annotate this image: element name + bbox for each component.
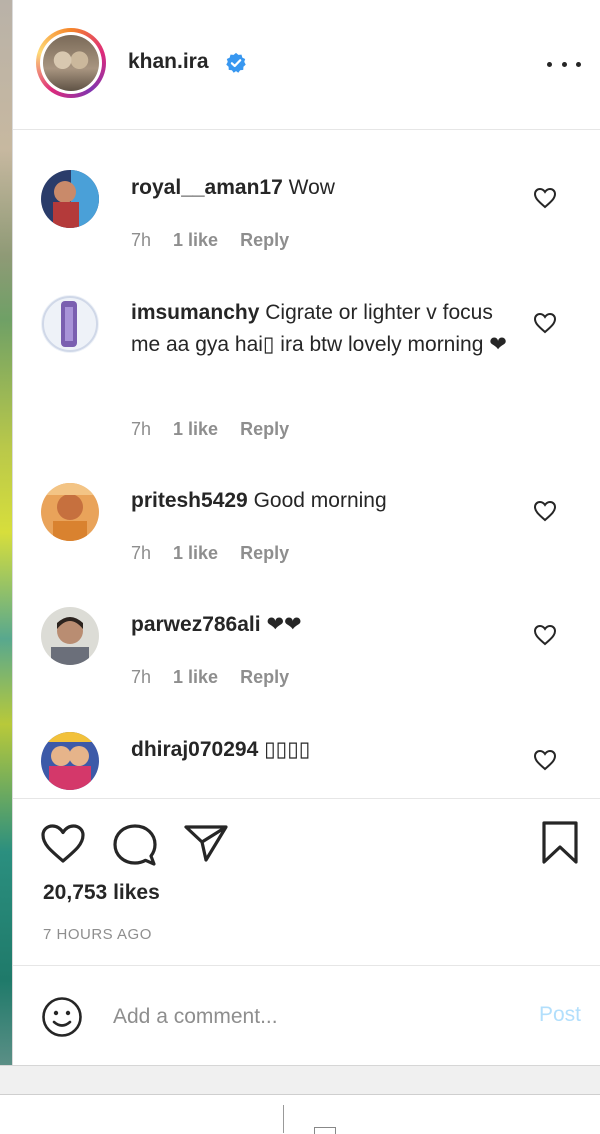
post-header: khan.ira [13, 0, 600, 130]
avatar-image-icon [41, 295, 99, 353]
commenter-username[interactable]: imsumanchy [131, 301, 259, 324]
comment-heart-icon[interactable] [533, 500, 557, 522]
verified-badge-icon [226, 52, 246, 73]
commenter-avatar[interactable] [41, 170, 99, 228]
commenter-username[interactable]: royal__aman17 [131, 176, 283, 199]
comment-heart-icon[interactable] [533, 187, 557, 209]
likes-count[interactable]: 20,753 likes [43, 881, 160, 905]
post-photo-edge [0, 0, 12, 1065]
comment-text: pritesh5429 Good morning [131, 485, 511, 517]
post-comment-button[interactable]: Post [539, 1003, 581, 1027]
taskbar [0, 1094, 600, 1134]
comment-bubble-icon[interactable] [112, 823, 158, 867]
comment-text: dhiraj070294 ▯▯▯▯ [131, 734, 511, 766]
comment-heart-icon[interactable] [533, 749, 557, 771]
reply-button[interactable]: Reply [240, 543, 289, 564]
window-bottom-strip [0, 1065, 600, 1134]
comment-heart-icon[interactable] [533, 312, 557, 334]
comment-time[interactable]: 7h [131, 543, 151, 564]
author-avatar-frame [40, 32, 102, 94]
reply-button[interactable]: Reply [240, 419, 289, 440]
comments-list[interactable]: royal__aman17 Wow 7h 1 like Reply imsuma… [13, 130, 600, 798]
comment-body: Good morning [253, 489, 387, 512]
comment-text: parwez786ali ❤❤ [131, 609, 511, 641]
post-timestamp[interactable]: 7 HOURS AGO [43, 926, 152, 943]
comment-input[interactable] [113, 998, 493, 1036]
taskbar-divider [283, 1105, 284, 1133]
avatar-image-icon [41, 170, 99, 228]
document-icon[interactable] [314, 1127, 336, 1134]
post-actions: 20,753 likes 7 HOURS AGO [13, 798, 600, 966]
commenter-username[interactable]: pritesh5429 [131, 489, 248, 512]
commenter-username[interactable]: dhiraj070294 [131, 738, 258, 761]
comment-text: royal__aman17 Wow [131, 172, 511, 204]
comment-meta: 7h 1 like Reply [131, 543, 289, 564]
like-heart-icon[interactable] [40, 823, 86, 865]
comment-likes[interactable]: 1 like [173, 543, 218, 564]
comment-likes[interactable]: 1 like [173, 667, 218, 688]
commenter-avatar[interactable] [41, 607, 99, 665]
save-bookmark-icon[interactable] [541, 821, 579, 865]
avatar-image-icon [41, 732, 99, 790]
commenter-avatar[interactable] [41, 483, 99, 541]
comment-meta: 7h 1 like Reply [131, 419, 289, 440]
comment-meta: 7h 1 like Reply [131, 667, 289, 688]
comment-text: imsumanchy Cigrate or lighter v focus me… [131, 297, 511, 361]
author-avatar-image [43, 35, 99, 91]
comment-body: ❤❤ [266, 613, 302, 636]
avatar-image-icon [41, 483, 99, 541]
comment-time[interactable]: 7h [131, 230, 151, 251]
add-comment-bar: Post [13, 966, 600, 1065]
avatar-image-icon [41, 607, 99, 665]
share-send-icon[interactable] [184, 823, 228, 863]
post-side-panel: khan.ira royal__aman17 Wow 7h 1 like Rep… [12, 0, 600, 1065]
commenter-username[interactable]: parwez786ali [131, 613, 261, 636]
comment-likes[interactable]: 1 like [173, 419, 218, 440]
more-options-icon[interactable] [547, 52, 581, 76]
author-username[interactable]: khan.ira [128, 50, 209, 74]
author-avatar[interactable] [36, 28, 106, 98]
comment-meta: 7h 1 like Reply [131, 230, 289, 251]
comment-time[interactable]: 7h [131, 667, 151, 688]
reply-button[interactable]: Reply [240, 667, 289, 688]
commenter-avatar[interactable] [41, 732, 99, 790]
comment-body: Wow [288, 176, 335, 199]
reply-button[interactable]: Reply [240, 230, 289, 251]
comment-time[interactable]: 7h [131, 419, 151, 440]
commenter-avatar[interactable] [41, 295, 99, 353]
comment-body: ▯▯▯▯ [264, 738, 311, 761]
comment-likes[interactable]: 1 like [173, 230, 218, 251]
comment-heart-icon[interactable] [533, 624, 557, 646]
emoji-icon[interactable] [41, 996, 83, 1038]
